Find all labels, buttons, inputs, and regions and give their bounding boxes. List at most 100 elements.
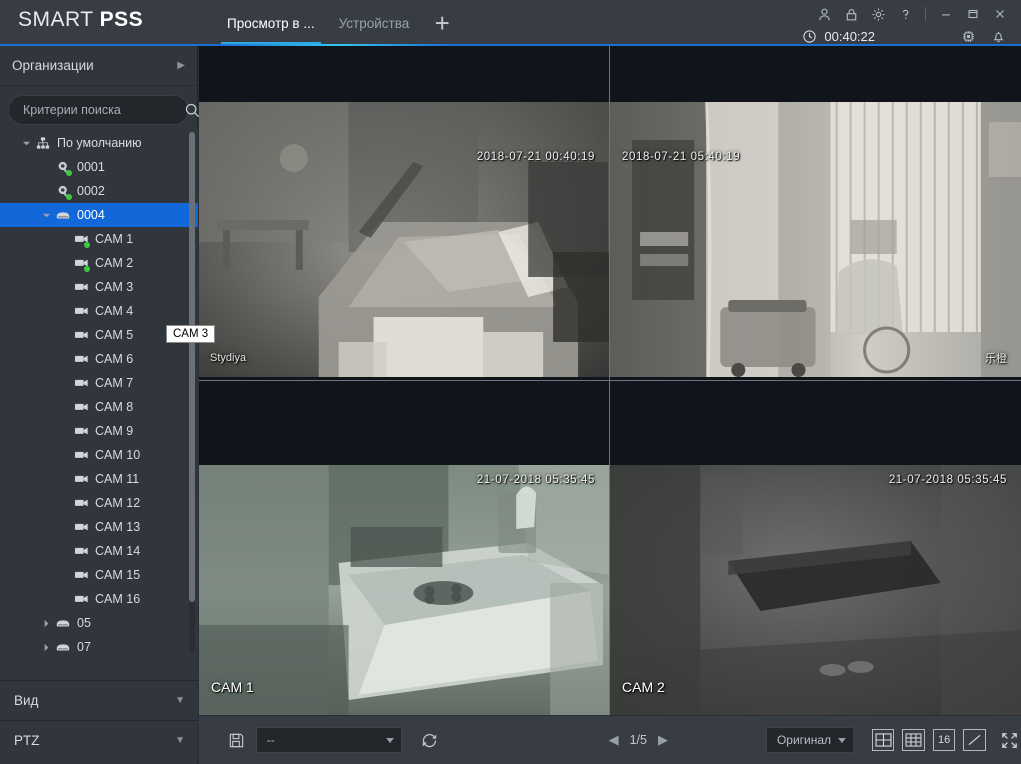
smart-pss-window: SMART PSS Просмотр в ... Устройства + 00… bbox=[0, 0, 1021, 764]
tree-node-cam-2[interactable]: CAM 2 bbox=[0, 251, 198, 275]
tooltip: CAM 3 bbox=[166, 325, 216, 343]
split-16-button[interactable]: 16 bbox=[932, 729, 956, 751]
camera-icon bbox=[72, 299, 90, 323]
user-icon[interactable] bbox=[811, 2, 838, 26]
tree-node-label: CAM 4 bbox=[95, 304, 134, 318]
tree-node-label: 05 bbox=[77, 616, 91, 630]
camera-icon bbox=[72, 467, 90, 491]
tree-node-cam-4[interactable]: CAM 4 bbox=[0, 299, 198, 323]
organizations-label: Организации bbox=[12, 58, 94, 73]
sidebar-section-ptz[interactable]: PTZ ▼ bbox=[0, 720, 198, 760]
camera-icon bbox=[72, 371, 90, 395]
tree-node-cam-6[interactable]: CAM 6 bbox=[0, 347, 198, 371]
brand-smart: SMART bbox=[18, 8, 100, 31]
clock-time: 00:40:22 bbox=[824, 28, 875, 44]
pager: ◀ 1/5 ▶ bbox=[609, 732, 668, 748]
close-icon[interactable] bbox=[986, 2, 1013, 26]
tree-node-по-умолчанию[interactable]: По умолчанию bbox=[0, 131, 198, 155]
split-4-button[interactable] bbox=[871, 729, 895, 751]
video-label-3: CAM 1 bbox=[211, 678, 254, 695]
prev-page-button[interactable]: ◀ bbox=[609, 732, 619, 748]
video-grid: 2018-07-21 00:40:19 Stydiya 2018-07-21 0… bbox=[199, 46, 1021, 715]
split-9-button[interactable] bbox=[902, 729, 925, 751]
organizations-header[interactable]: Организации ▶ bbox=[0, 46, 197, 86]
tree-node-label: CAM 5 bbox=[95, 328, 134, 342]
video-pane-4[interactable]: 21-07-2018 05:35:45 CAM 2 bbox=[610, 380, 1021, 715]
device-tree[interactable]: По умолчанию 0001 0002 0004 CAM 1 CAM 2 CAM 3 C… bbox=[0, 128, 198, 712]
tree-node-cam-7[interactable]: CAM 7 bbox=[0, 371, 198, 395]
next-page-button[interactable]: ▶ bbox=[658, 732, 668, 748]
video-stage: 2018-07-21 00:40:19 Stydiya 2018-07-21 0… bbox=[199, 46, 1021, 715]
chevron-down-icon[interactable] bbox=[18, 131, 34, 155]
split-custom-button[interactable] bbox=[963, 729, 986, 751]
chevron-right-icon[interactable] bbox=[38, 611, 54, 635]
device-tree-list: По умолчанию 0001 0002 0004 CAM 1 CAM 2 CAM 3 C… bbox=[0, 128, 198, 659]
tree-node-cam-3[interactable]: CAM 3 bbox=[0, 275, 198, 299]
tree-node-label: CAM 14 bbox=[95, 544, 141, 558]
maximize-icon[interactable] bbox=[959, 2, 986, 26]
video-timestamp-4: 21-07-2018 05:35:45 bbox=[888, 473, 1007, 486]
camera-icon bbox=[72, 443, 90, 467]
bell-icon[interactable] bbox=[983, 26, 1013, 46]
chevron-down-icon[interactable] bbox=[38, 203, 54, 227]
tree-node-cam-8[interactable]: CAM 8 bbox=[0, 395, 198, 419]
tour-refresh-icon[interactable] bbox=[416, 726, 443, 754]
tree-node-label: 07 bbox=[77, 640, 91, 654]
tree-node-cam-13[interactable]: CAM 13 bbox=[0, 515, 198, 539]
fullscreen-icon[interactable] bbox=[998, 728, 1021, 752]
camera-icon bbox=[72, 419, 90, 443]
tour-select-value: -- bbox=[266, 733, 275, 747]
add-tab-button[interactable]: + bbox=[421, 0, 463, 46]
tree-vertical-scrollbar[interactable] bbox=[189, 132, 195, 652]
tree-node-cam-1[interactable]: CAM 1 bbox=[0, 227, 198, 251]
video-pane-2[interactable]: 2018-07-21 05:40:19 乐橙 bbox=[610, 46, 1021, 381]
tour-select[interactable]: -- bbox=[255, 727, 402, 753]
camera-icon bbox=[72, 539, 90, 563]
chevron-right-icon: ▶ bbox=[177, 60, 185, 71]
tree-node-05[interactable]: 05 bbox=[0, 611, 198, 635]
chevron-down-icon bbox=[385, 738, 394, 743]
tab-devices[interactable]: Устройства bbox=[327, 0, 422, 46]
video-pane-3[interactable]: 21-07-2018 05:35:45 CAM 1 bbox=[199, 380, 610, 715]
video-pane-1[interactable]: 2018-07-21 00:40:19 Stydiya bbox=[199, 46, 610, 381]
save-view-icon[interactable] bbox=[223, 726, 250, 754]
minimize-icon[interactable] bbox=[932, 2, 959, 26]
gear-icon[interactable] bbox=[865, 2, 892, 26]
tree-node-cam-16[interactable]: CAM 16 bbox=[0, 587, 198, 611]
tree-node-cam-10[interactable]: CAM 10 bbox=[0, 443, 198, 467]
tree-node-07[interactable]: 07 bbox=[0, 635, 198, 659]
tree-node-0004[interactable]: 0004 bbox=[0, 203, 198, 227]
tab-live-view[interactable]: Просмотр в ... bbox=[215, 0, 327, 50]
help-icon[interactable] bbox=[892, 2, 919, 26]
tree-node-cam-14[interactable]: CAM 14 bbox=[0, 539, 198, 563]
camera-icon bbox=[72, 563, 90, 587]
tree-node-cam-11[interactable]: CAM 11 bbox=[0, 467, 198, 491]
stream-type-select[interactable]: Оригинал bbox=[765, 727, 854, 753]
tree-node-cam-12[interactable]: CAM 12 bbox=[0, 491, 198, 515]
tree-node-cam-15[interactable]: CAM 15 bbox=[0, 563, 198, 587]
tree-node-0002[interactable]: 0002 bbox=[0, 179, 198, 203]
sidebar-section-view[interactable]: Вид ▼ bbox=[0, 680, 198, 720]
chevron-right-icon[interactable] bbox=[38, 635, 54, 659]
tab-live-view-label: Просмотр в ... bbox=[227, 15, 315, 31]
search-box[interactable] bbox=[8, 95, 200, 125]
tree-vscroll-thumb[interactable] bbox=[189, 132, 195, 602]
tree-node-cam-9[interactable]: CAM 9 bbox=[0, 419, 198, 443]
sidebar-section-ptz-label: PTZ bbox=[14, 733, 40, 748]
search-input[interactable] bbox=[23, 103, 184, 117]
lock-icon[interactable] bbox=[838, 2, 865, 26]
stream-type-value: Оригинал bbox=[776, 733, 832, 747]
camera-icon bbox=[72, 491, 90, 515]
tree-node-label: CAM 7 bbox=[95, 376, 134, 390]
camera-icon bbox=[72, 515, 90, 539]
cpu-icon[interactable] bbox=[953, 26, 983, 46]
title-bar: SMART PSS Просмотр в ... Устройства + 00… bbox=[0, 0, 1021, 50]
tree-node-0001[interactable]: 0001 bbox=[0, 155, 198, 179]
clock: 00:40:22 bbox=[802, 29, 875, 44]
